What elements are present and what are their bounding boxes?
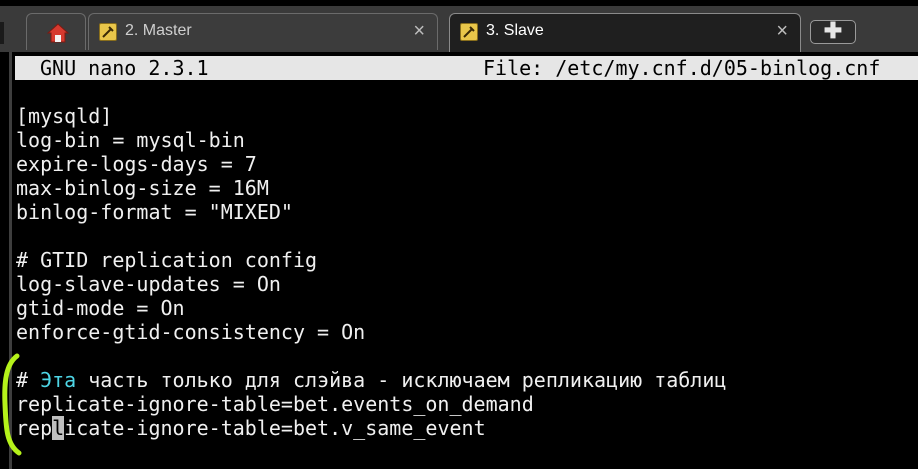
- nano-title-bar: GNU nano 2.3.1 File: /etc/my.cnf.d/05-bi…: [15, 56, 918, 80]
- annotation-bracket: [2, 353, 22, 456]
- nano-file-name: File: /etc/my.cnf.d/05-binlog.cnf: [483, 56, 881, 80]
- config-line: max-binlog-size = 16M: [16, 176, 269, 200]
- home-icon: [46, 23, 70, 43]
- close-icon[interactable]: ×: [776, 20, 788, 43]
- config-line: log-slave-updates = On: [16, 272, 281, 296]
- config-line: expire-logs-days = 7: [16, 152, 257, 176]
- config-line: binlog-format = "MIXED": [16, 200, 293, 224]
- config-comment-line: # GTID replication config: [16, 248, 318, 272]
- tab-master-label: 2. Master: [125, 22, 192, 39]
- tab-master[interactable]: 2. Master ×: [88, 13, 438, 50]
- config-line: [mysqld]: [16, 104, 113, 128]
- new-tab-button[interactable]: ✚: [810, 20, 856, 44]
- tab-scroll-edge: [0, 22, 4, 44]
- window-top-strip: [0, 0, 918, 6]
- terminal-area[interactable]: GNU nano 2.3.1 File: /etc/my.cnf.d/05-bi…: [0, 52, 918, 469]
- config-line: enforce-gtid-consistency = On: [16, 320, 366, 344]
- comment-text: часть только для слэйва - исключаем репл…: [76, 368, 727, 392]
- putty-icon: [99, 23, 117, 41]
- comment-keyword: Эта: [40, 368, 77, 392]
- config-line: replicate-ignore-table=bet.events_on_dem…: [16, 392, 534, 416]
- tab-home[interactable]: [26, 13, 86, 50]
- tab-slave[interactable]: 3. Slave ×: [449, 13, 801, 52]
- config-line: gtid-mode = On: [16, 296, 185, 320]
- slave-comment-line: # Эта часть только для слэйва - исключае…: [16, 368, 726, 392]
- tab-slave-label: 3. Slave: [486, 22, 544, 39]
- tab-bar: 2. Master × 3. Slave × ✚: [0, 0, 918, 52]
- config-line: log-bin = mysql-bin: [16, 128, 245, 152]
- cursor-line: replicate-ignore-table=bet.v_same_event: [16, 416, 486, 440]
- nano-version: GNU nano 2.3.1: [40, 56, 209, 80]
- close-icon[interactable]: ×: [413, 20, 425, 43]
- line-text-after-cursor: icate-ignore-table=bet.v_same_event: [64, 416, 486, 440]
- putty-icon: [460, 23, 478, 41]
- text-cursor: l: [52, 416, 65, 440]
